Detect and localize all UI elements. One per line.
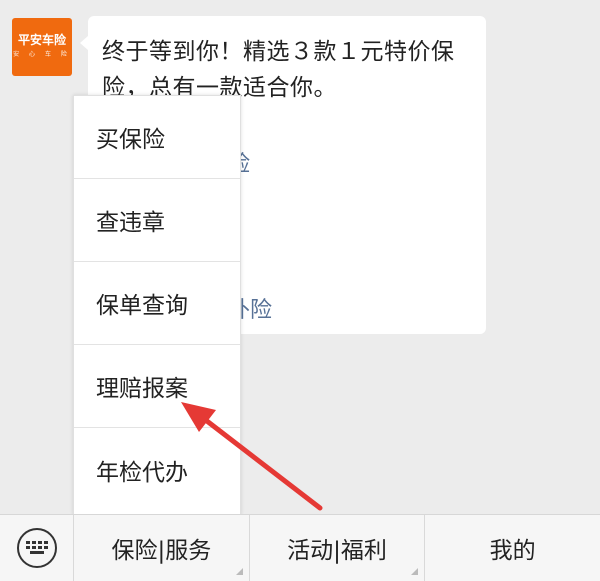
menu-item-label: 理赔报案 [96, 376, 188, 402]
avatar-brand: 平安车险 [17, 33, 66, 47]
menu-item-label: 买保险 [96, 127, 165, 153]
avatar[interactable]: 平安车险 安 心 车 险 [12, 18, 72, 76]
submenu-indicator-icon [411, 568, 419, 575]
menu-item-label: 查违章 [96, 210, 165, 236]
tab-mine[interactable]: 我的 [425, 515, 600, 581]
tab-label: 活动|福利 [287, 538, 387, 564]
avatar-tagline: 安 心 车 险 [13, 51, 71, 58]
tab-label: 我的 [489, 538, 536, 564]
menu-item-policy-query[interactable]: 保单查询 [74, 262, 240, 345]
menu-item-label: 年检代办 [96, 459, 188, 486]
tab-activity-benefits[interactable]: 活动|福利 [250, 515, 426, 581]
menu-item-label: 保单查询 [96, 293, 188, 319]
bottom-menu-bar: 保险|服务 活动|福利 我的 [0, 514, 600, 581]
menu-item-traffic-violations[interactable]: 查违章 [74, 179, 240, 262]
tab-insurance-service[interactable]: 保险|服务 [74, 515, 250, 581]
menu-item-annual-inspection[interactable]: 年检代办 [74, 428, 240, 511]
menu-item-claim-report[interactable]: 理赔报案 [74, 345, 240, 428]
popup-menu: 买保险 查违章 保单查询 理赔报案 年检代办 [73, 95, 241, 515]
keyboard-icon [16, 528, 57, 568]
submenu-indicator-icon [235, 568, 243, 575]
menu-item-buy-insurance[interactable]: 买保险 [74, 96, 240, 179]
keyboard-toggle-button[interactable] [0, 515, 74, 581]
tab-label: 保险|服务 [111, 538, 212, 564]
